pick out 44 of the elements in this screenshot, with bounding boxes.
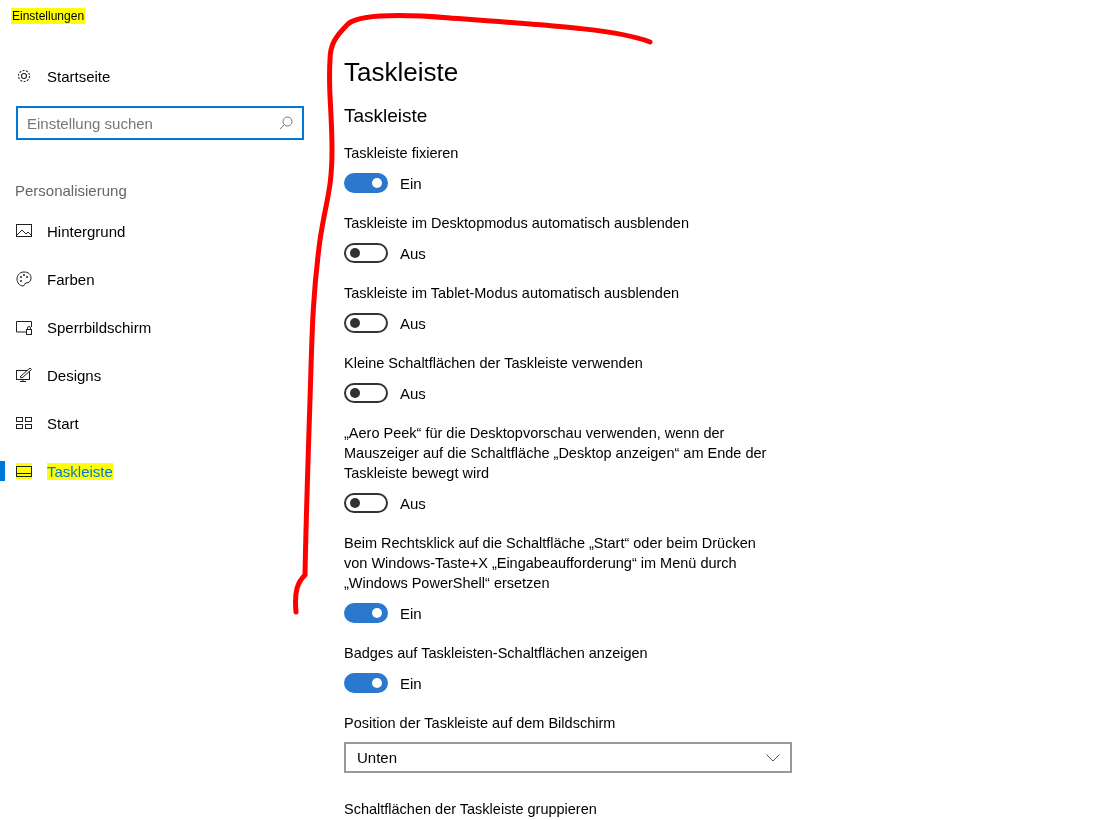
toggle-switch[interactable]	[344, 383, 388, 403]
setting-label: „Aero Peek“ für die Desktopvorschau verwenden, wenn der Mauszeiger auf die Schaltfläche „Desktop anzeigen“ am Ende der Taskleiste bewegt wird	[344, 424, 768, 483]
nav-item[interactable]: Start	[0, 413, 79, 433]
toggle-state: Ein	[400, 174, 422, 192]
dropdown[interactable]: Unten	[344, 742, 792, 773]
screen-lock-icon	[16, 319, 32, 335]
chevron-down-icon	[766, 753, 780, 762]
toggle-state: Aus	[400, 494, 426, 512]
toggle-switch[interactable]	[344, 603, 388, 623]
gear-icon	[16, 68, 32, 84]
picture-icon	[16, 223, 32, 239]
setting-label: Beim Rechtsklick auf die Schaltfläche „Start“ oder beim Drücken von Windows-Taste+X „Eingabeaufforderung“ im Menü durch „Windows PowerShell“ ersetzen	[344, 534, 757, 593]
toggle-switch[interactable]	[344, 493, 388, 513]
search-icon	[279, 116, 293, 130]
search-field[interactable]: Einstellung suchen	[16, 106, 304, 140]
setting-label: Position der Taskleiste auf dem Bildschirm	[344, 714, 617, 733]
toggle-state: Ein	[400, 604, 422, 622]
tiles-icon	[16, 415, 32, 431]
window-title: Einstellungen	[11, 8, 86, 24]
toggle-switch[interactable]	[344, 673, 388, 693]
toggle-state: Ein	[400, 674, 422, 692]
toggle-state: Aus	[400, 244, 426, 262]
toggle-switch[interactable]	[344, 173, 388, 193]
taskbar-icon	[16, 463, 32, 479]
setting-label: Kleine Schaltflächen der Taskleiste verwenden	[344, 354, 644, 373]
nav-item[interactable]: Farben	[0, 269, 95, 289]
setting-label: Taskleiste im Tablet-Modus automatisch ausblenden	[344, 284, 681, 303]
toggle-state: Aus	[400, 384, 426, 402]
palette-icon	[16, 271, 32, 287]
home-link[interactable]: Startseite	[0, 66, 111, 86]
page-title: Taskleiste	[344, 57, 460, 88]
setting-label: Taskleiste fixieren	[344, 144, 460, 163]
setting-label: Schaltflächen der Taskleiste gruppieren	[344, 800, 598, 819]
toggle-state: Aus	[400, 314, 426, 332]
nav-item[interactable]: Hintergrund	[0, 221, 126, 241]
section-label: Personalisierung	[15, 182, 128, 199]
setting-label: Badges auf Taskleisten-Schaltflächen anzeigen	[344, 644, 649, 663]
screen-brush-icon	[16, 367, 32, 383]
nav-item[interactable]: Designs	[0, 365, 102, 385]
section-title: Taskleiste	[344, 105, 429, 127]
setting-label: Taskleiste im Desktopmodus automatisch ausblenden	[344, 214, 690, 233]
nav-item[interactable]: Sperrbildschirm	[0, 317, 152, 337]
toggle-switch[interactable]	[344, 243, 388, 263]
toggle-switch[interactable]	[344, 313, 388, 333]
